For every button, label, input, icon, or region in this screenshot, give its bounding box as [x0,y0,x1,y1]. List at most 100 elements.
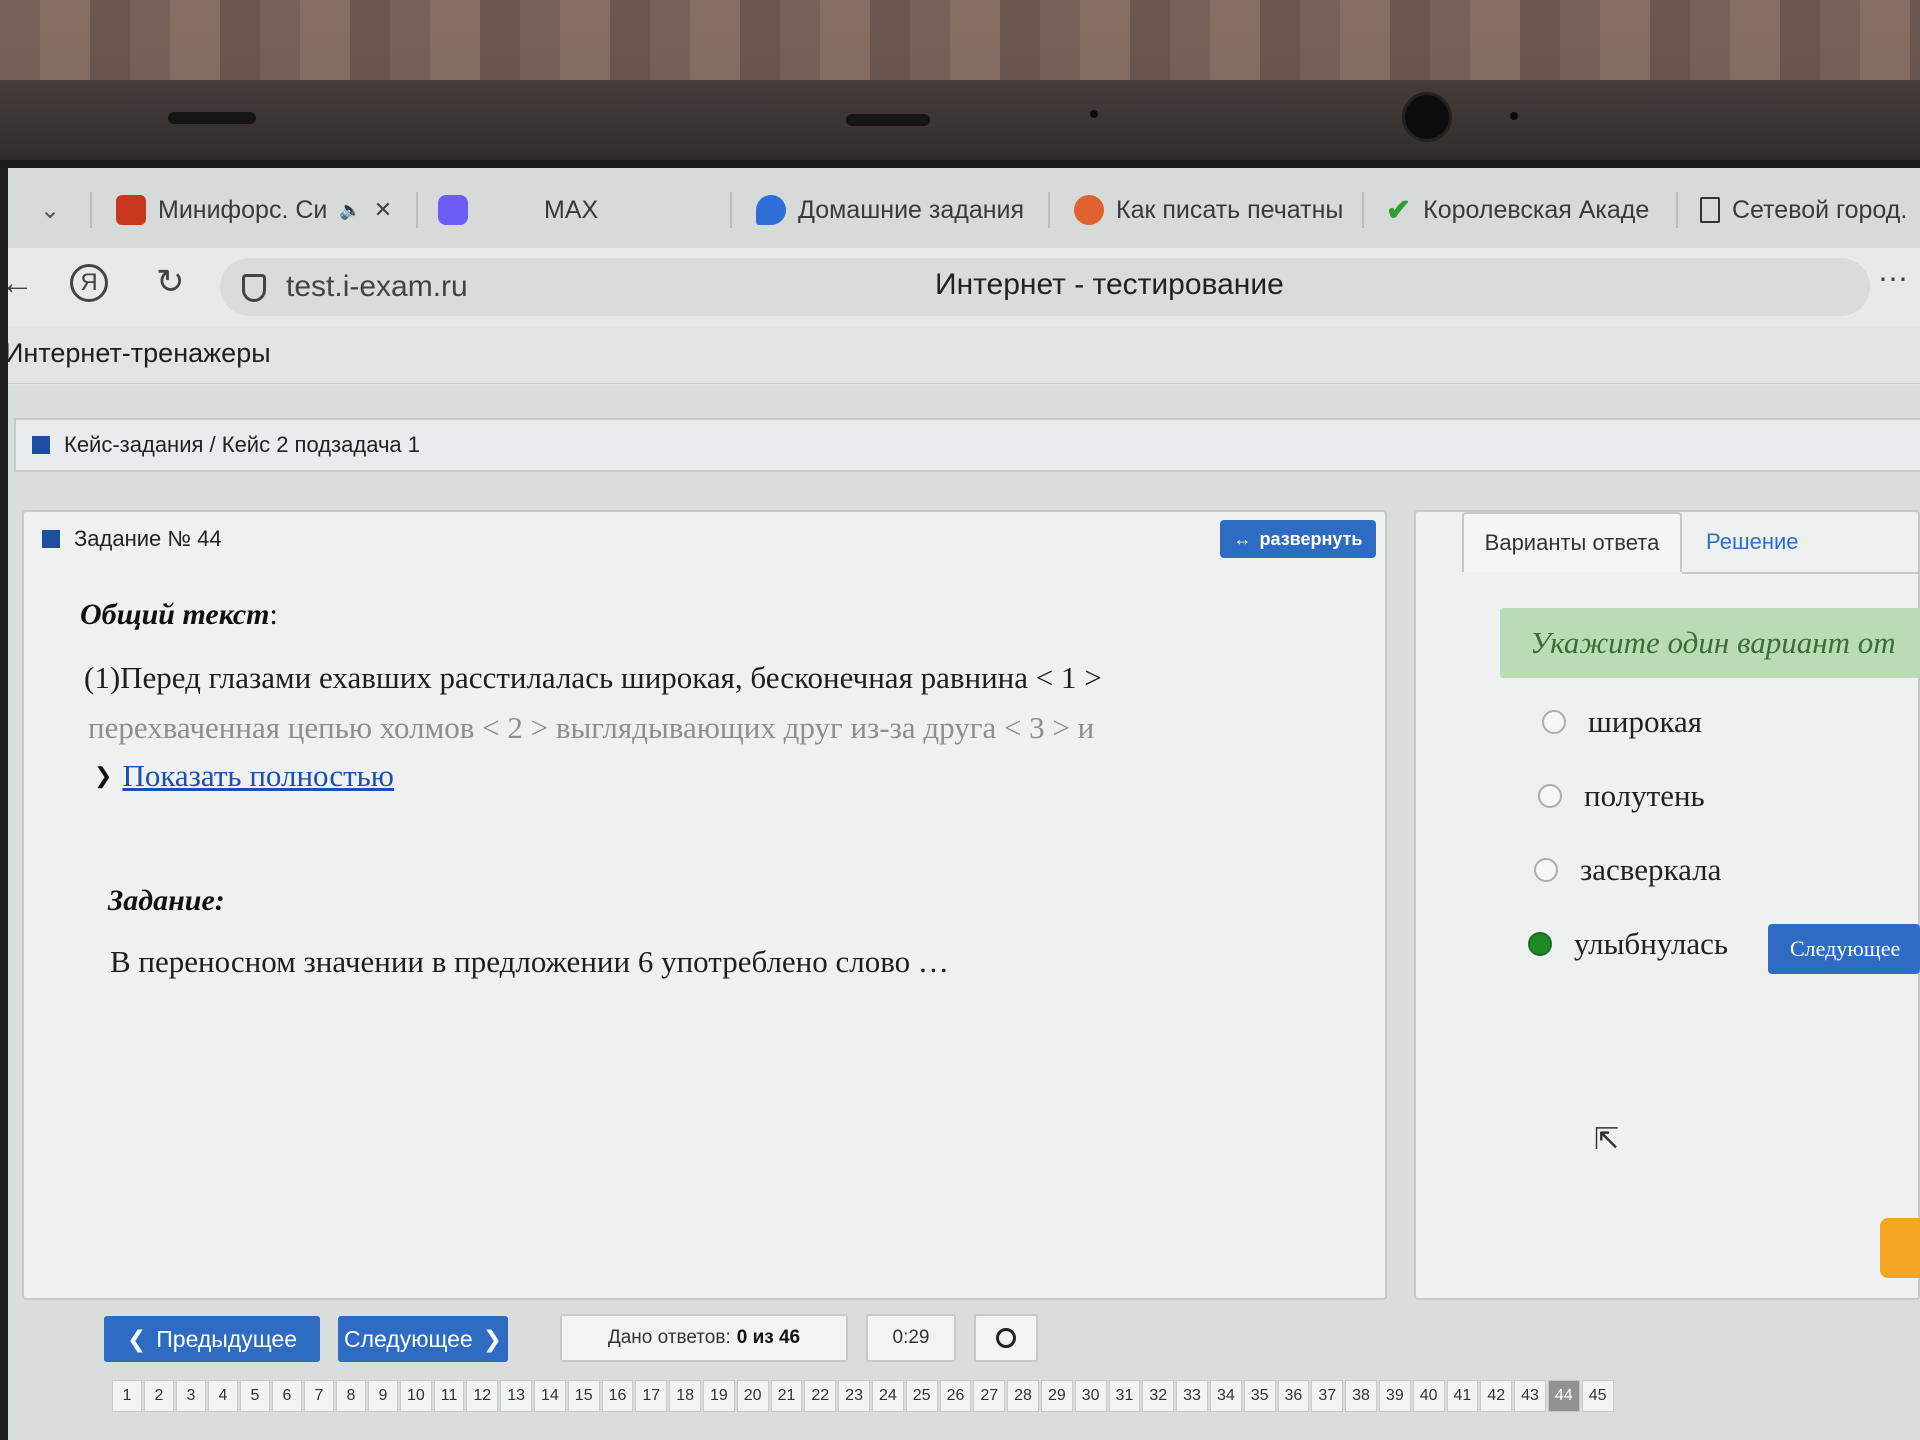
tab-miniforce[interactable]: Минифорс. Си 🔈 ✕ [116,190,392,230]
page-button[interactable]: 43 [1514,1380,1546,1412]
answer-option[interactable]: засверкала [1534,852,1721,888]
close-icon[interactable]: ✕ [374,197,392,223]
chevron-right-icon: ❯ [482,1325,503,1352]
page-button[interactable]: 18 [669,1380,701,1412]
radio-button[interactable] [1542,710,1566,734]
page-button[interactable]: 40 [1412,1380,1445,1412]
page-button[interactable]: 3 [176,1380,206,1412]
answer-option-label: широкая [1588,704,1703,739]
yandex-logo-icon[interactable]: Я [70,264,108,302]
page-button[interactable]: 32 [1142,1380,1175,1412]
show-more-label: Показать полностью [122,758,394,793]
tab-list-button[interactable]: ⌄ [40,190,60,230]
k-logo-icon [116,195,146,225]
page-button[interactable]: 5 [240,1380,270,1412]
page-button[interactable]: 12 [466,1380,499,1412]
page-button[interactable]: 7 [304,1380,334,1412]
page-button[interactable]: 35 [1243,1380,1276,1412]
tab-network-city[interactable]: Сетевой город. [1700,190,1907,230]
previous-button[interactable]: ❮ Предыдущее [104,1316,320,1362]
radio-button-selected[interactable] [1528,932,1552,956]
page-button[interactable]: 36 [1277,1380,1310,1412]
page-navigator: 1 2 3 4 5 6 7 8 9 10 11 12 13 14 15 16 17 18 19 20 21 22 23 24 2… [112,1380,1614,1414]
page-button[interactable]: 2 [144,1380,174,1412]
page-button[interactable]: 38 [1345,1380,1377,1412]
page-button[interactable]: 22 [804,1380,837,1412]
page-button[interactable]: 13 [500,1380,532,1412]
page-button[interactable]: 14 [534,1380,566,1412]
app-title[interactable]: Интернет-тренажеры [4,338,271,369]
page-button[interactable]: 19 [702,1380,735,1412]
page-button[interactable]: 9 [368,1380,398,1412]
page-button[interactable]: 1 [112,1380,142,1412]
clock-icon [996,1328,1016,1348]
radio-button[interactable] [1534,858,1558,882]
page-button[interactable]: 33 [1176,1380,1208,1412]
page-button[interactable]: 17 [635,1380,668,1412]
shield-icon[interactable] [242,274,266,302]
task-label: Задание: [108,884,225,917]
url-text[interactable]: test.i-exam.ru [286,270,468,304]
page-button[interactable]: 8 [336,1380,366,1412]
next-label: Следующее [343,1325,473,1352]
timer: 0:29 [866,1314,956,1362]
tab-max[interactable]: MAX [544,190,598,230]
page-button[interactable]: 11 [433,1380,465,1412]
task-text: В переносном значении в предложении 6 уп… [110,944,949,979]
page-button[interactable]: 30 [1074,1380,1107,1412]
page-button[interactable]: 27 [973,1380,1006,1412]
page-button[interactable]: 31 [1108,1380,1141,1412]
next-answer-button[interactable]: Следующее [1768,924,1920,974]
tab-royal-academy[interactable]: ✔ Королевская Акаде [1386,190,1649,230]
clock-button[interactable] [974,1314,1038,1362]
page-button[interactable]: 4 [208,1380,238,1412]
more-icon[interactable]: ⋯ [1878,262,1910,297]
expand-button[interactable]: ↔ развернуть [1220,520,1376,558]
task-panel: Задание № 44 ↔ развернуть Общий текст: (… [22,510,1387,1300]
answers-given-label: Дано ответов: [607,1327,731,1348]
task-title: Задание № 44 [74,526,222,551]
page-button[interactable]: 42 [1480,1380,1513,1412]
page-button[interactable]: 34 [1209,1380,1242,1412]
page-button[interactable]: 20 [736,1380,769,1412]
page-button[interactable]: 21 [770,1380,803,1412]
tab-homework[interactable]: Домашние задания [756,190,1024,230]
answer-option-selected[interactable]: улыбнулась [1528,926,1728,962]
page-button[interactable]: 16 [601,1380,634,1412]
page-button[interactable]: 26 [939,1380,972,1412]
answers-given-counter: Дано ответов: 0 из 46 [560,1314,848,1362]
page-button[interactable]: 29 [1040,1380,1073,1412]
page-button-current[interactable]: 44 [1547,1380,1580,1412]
reload-icon[interactable]: ↻ [156,262,185,302]
tab-label: Королевская Акаде [1423,195,1650,224]
side-tab-button[interactable] [1880,1218,1920,1278]
page-button[interactable]: 10 [400,1380,432,1412]
page-button[interactable]: 37 [1311,1380,1344,1412]
radio-button[interactable] [1538,784,1562,808]
tab-solution[interactable]: Решение [1706,512,1799,572]
answers-given-value: 0 из 46 [736,1327,801,1348]
page-button[interactable]: 39 [1378,1380,1411,1412]
page-button[interactable]: 28 [1007,1380,1039,1412]
page-button[interactable]: 15 [567,1380,600,1412]
square-icon [32,436,50,454]
page-button[interactable]: 23 [838,1380,870,1412]
next-button[interactable]: Следующее ❯ [338,1316,508,1362]
tab-print-writing[interactable]: Как писать печатны [1074,190,1343,230]
answer-option[interactable]: полутень [1538,778,1705,814]
tab-label: Минифорс. Си [158,195,328,224]
answer-option[interactable]: широкая [1542,704,1702,740]
page-button[interactable]: 25 [905,1380,938,1412]
tab-pinned-app[interactable] [438,190,468,230]
general-text-line: (1)Перед глазами ехавших расстилалась ши… [84,660,1102,695]
page-button[interactable]: 6 [272,1380,302,1412]
page-button[interactable]: 24 [871,1380,904,1412]
speaker-icon[interactable]: 🔈 [339,200,361,221]
page-button[interactable]: 45 [1581,1380,1614,1412]
show-more-link[interactable]: ❯ Показать полностью [94,758,394,794]
document-icon [1700,197,1720,223]
tab-answer-variants[interactable]: Варианты ответа [1462,512,1682,572]
answer-option-label: улыбнулась [1574,926,1729,961]
check-icon: ✔ [1386,193,1412,227]
page-button[interactable]: 41 [1446,1380,1479,1412]
